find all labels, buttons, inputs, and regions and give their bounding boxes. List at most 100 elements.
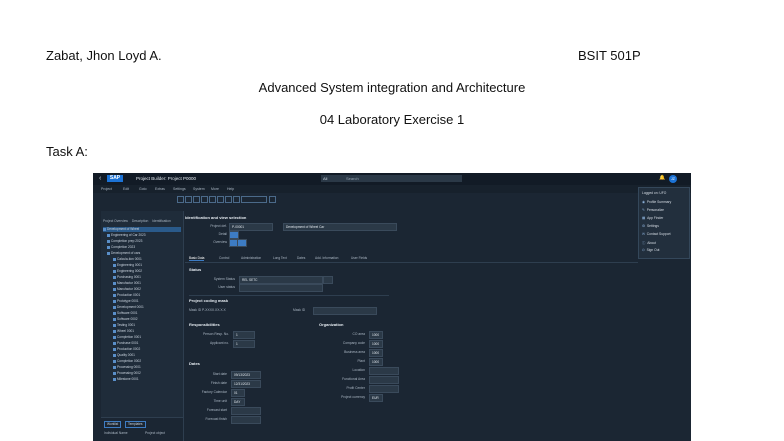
menu-item[interactable]: Extras [155, 187, 165, 191]
toolbar-button[interactable] [201, 196, 208, 203]
tab-templates[interactable]: Templates [125, 421, 146, 428]
status-info-button[interactable] [323, 276, 333, 284]
tab-dates[interactable]: Dates [297, 256, 305, 260]
user-menu-item[interactable]: ◉ Profile Summary [642, 200, 671, 204]
org-label: Location [352, 368, 365, 372]
tree-node-icon [113, 305, 116, 309]
user-menu-item[interactable]: ▦ App Finder [642, 216, 663, 220]
date-field[interactable]: 12/31/2023 [231, 380, 261, 388]
toolbar-button[interactable] [217, 196, 224, 203]
project-def-field[interactable]: P-00001 [229, 223, 273, 231]
menu-item[interactable]: System [193, 187, 205, 191]
tab-control[interactable]: Control [219, 256, 229, 260]
date-field[interactable] [231, 407, 261, 415]
tree-row[interactable]: Purchasing 0001 [113, 275, 181, 280]
org-field[interactable] [369, 367, 399, 375]
toolbar-button[interactable] [185, 196, 192, 203]
resp-field[interactable]: 1 [233, 331, 255, 339]
tree-row[interactable]: Processing 0001 [113, 365, 181, 370]
toolbar-button[interactable] [241, 196, 267, 203]
notification-icon[interactable]: 🔔 [659, 175, 665, 181]
org-field[interactable] [369, 385, 399, 393]
tree-row[interactable]: Engineering of Car 2023 [107, 233, 181, 238]
menu-item[interactable]: Settings [173, 187, 186, 191]
tree-row[interactable]: Production 0002 [113, 347, 181, 352]
date-label: Factory Calendar [201, 390, 227, 394]
mask-id-field[interactable] [313, 307, 377, 315]
toolbar-button[interactable] [209, 196, 216, 203]
resp-field[interactable]: 1 [233, 340, 255, 348]
org-field[interactable]: EUR [369, 394, 383, 402]
tree-node-icon [113, 377, 116, 381]
tree-row[interactable]: Prototype 0001 [113, 299, 181, 304]
date-label: Finish date [210, 381, 227, 385]
user-menu-item[interactable]: ⚙ Settings [642, 224, 659, 228]
menu-item[interactable]: Project [101, 187, 112, 191]
org-field[interactable]: 1000 [369, 340, 383, 348]
search-input[interactable]: Search [343, 175, 462, 182]
menu-item[interactable]: More [211, 187, 219, 191]
org-field[interactable] [369, 376, 399, 384]
user-menu-item[interactable]: ✎ Personalize [642, 208, 664, 212]
user-menu-item[interactable]: ⏻ Sign Out [642, 248, 659, 252]
tab-add-information[interactable]: Add. Information [315, 256, 338, 260]
tree-row[interactable]: Development 0001 [113, 305, 181, 310]
tree-row[interactable]: Processing 0002 [113, 371, 181, 376]
tree-row[interactable]: Milestone 0001 [113, 377, 181, 382]
back-icon[interactable]: ‹ [99, 175, 101, 182]
tree-node-icon [113, 317, 116, 321]
course-title: Advanced System integration and Architec… [258, 80, 526, 95]
tree-row[interactable]: Quality 0001 [113, 353, 181, 358]
tree-row[interactable]: Testing 0001 [113, 323, 181, 328]
menu-item[interactable]: Help [227, 187, 234, 191]
toolbar-button[interactable] [269, 196, 276, 203]
menu-item[interactable]: Edit [123, 187, 129, 191]
project-desc-field[interactable]: Development of Wheel Car [283, 223, 397, 231]
tree-row[interactable]: Completion 2023 [107, 245, 181, 250]
user-menu-item[interactable]: ⓘ About [642, 240, 656, 245]
tree-row[interactable]: Software 0002 [113, 317, 181, 322]
tab-administration[interactable]: Administration [241, 256, 261, 260]
date-field[interactable] [231, 416, 261, 424]
tab-user-fields[interactable]: User Fields [351, 256, 367, 260]
tree-row[interactable]: Engineering 0002 [113, 269, 181, 274]
tree-row[interactable]: Production 0001 [113, 293, 181, 298]
info-icon: ⓘ [642, 241, 646, 245]
org-field[interactable]: 1000 [369, 331, 383, 339]
project-tree-panel: Project Overview Description Identificat… [101, 211, 184, 441]
org-field[interactable]: 1000 [369, 349, 383, 357]
system-status-field[interactable]: REL SETC [239, 276, 323, 284]
tree-row[interactable]: Manufactur 0001 [113, 281, 181, 286]
toolbar-button[interactable] [233, 196, 240, 203]
tree-row[interactable]: Completion prep 2023 [107, 239, 181, 244]
toolbar-button[interactable] [225, 196, 232, 203]
tree-row[interactable]: Software 0001 [113, 311, 181, 316]
user-status-field[interactable] [239, 284, 323, 292]
responsibilities-title: Responsibilities [189, 322, 220, 327]
detail-button[interactable] [229, 231, 239, 239]
tree-row[interactable]: Engineering 0001 [113, 263, 181, 268]
tab-long-text[interactable]: Long Text [273, 256, 287, 260]
toolbar-button[interactable] [177, 196, 184, 203]
overview-button-2[interactable] [237, 239, 247, 247]
avatar[interactable]: JZ [669, 175, 677, 183]
tree-row[interactable]: Purchase 0001 [113, 341, 181, 346]
org-field[interactable]: 1000 [369, 358, 383, 366]
user-menu-item[interactable]: ✉ Contact Support [642, 232, 671, 236]
search-scope[interactable]: All [321, 175, 343, 182]
date-field[interactable]: DAY [231, 398, 245, 406]
toolbar-button[interactable] [193, 196, 200, 203]
tab-basic-data[interactable]: Basic Data [189, 256, 205, 261]
tree-row[interactable]: Manufactur 0002 [113, 287, 181, 292]
tree-node-icon [113, 269, 116, 273]
tree-row[interactable]: Completion 0002 [113, 359, 181, 364]
tree-row[interactable]: Calcula-tion 0001 [113, 257, 181, 262]
tree-row[interactable]: Development of cars [107, 251, 181, 256]
tree-row[interactable]: Development of Wheel [103, 227, 181, 232]
date-field[interactable]: 01 [231, 389, 245, 397]
tree-row[interactable]: Wheel 0001 [113, 329, 181, 334]
tree-row[interactable]: Completion 0001 [113, 335, 181, 340]
menu-item[interactable]: Goto [139, 187, 147, 191]
tab-worklist[interactable]: Worklist [104, 421, 122, 428]
date-field[interactable]: 09/13/2023 [231, 371, 261, 379]
